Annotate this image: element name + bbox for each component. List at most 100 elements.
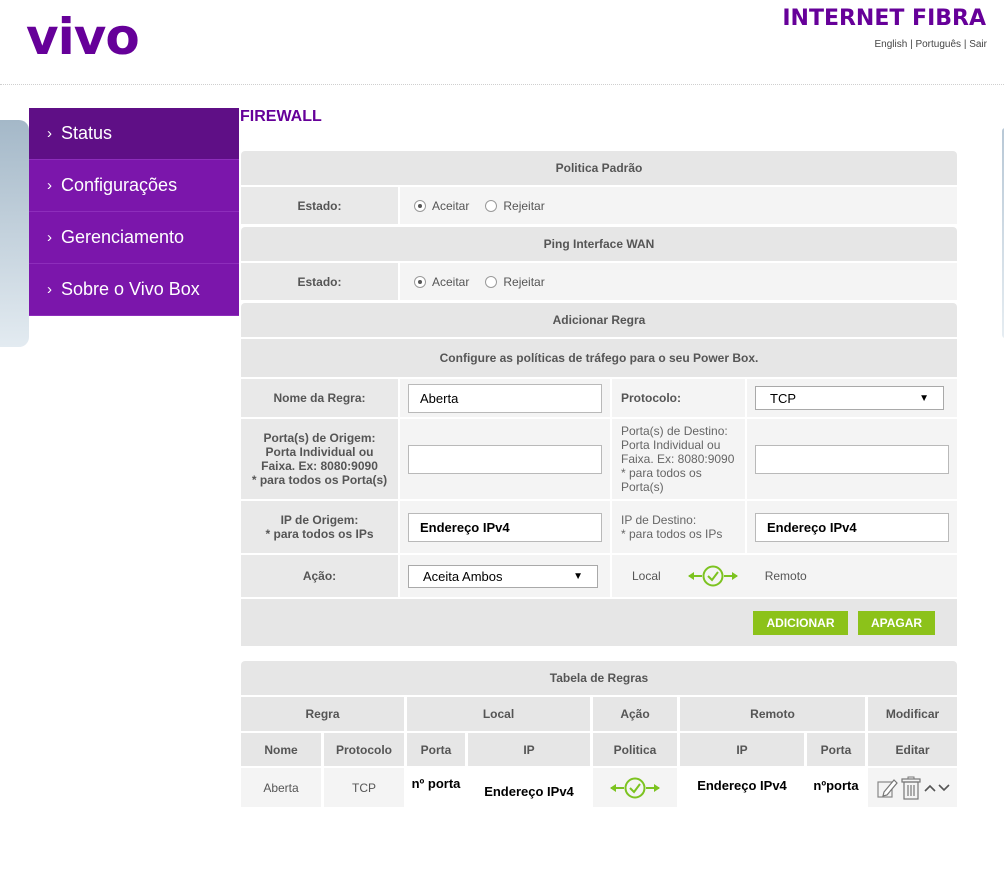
dst-ip-input[interactable]: Endereço IPv4 [755,512,949,542]
label-line: Faixa. Ex: 8080:9090 [621,452,735,466]
cell-remote-port: nºporta [804,768,865,807]
src-ip-input[interactable]: Endereço IPv4 [408,512,602,542]
column-group-modificar: Modificar [865,697,957,731]
ping-radio-group: Aceitar Rejeitar [398,263,957,300]
column-porta-remoto: Porta [804,733,865,766]
rule-name-row: Nome da Regra: Aberta Protocolo: TCP ▼ [241,379,957,417]
lang-english-link[interactable]: English [874,39,907,50]
section-subtitle: Configure as políticas de tráfego para o… [439,351,759,365]
trash-icon[interactable] [900,776,922,800]
dst-ports-label: Porta(s) de Destino: Porta Individual ou… [610,419,745,499]
clear-button[interactable]: APAGAR [858,611,935,635]
field-label: Estado: [241,263,398,300]
cell-actions [865,768,957,807]
radio-label: Aceitar [432,198,470,213]
field-label: Protocolo: [610,379,745,417]
add-rule-button[interactable]: ADICIONAR [753,611,848,635]
action-row: Ação: Aceita Ambos ▼ Local Remoto [241,555,957,597]
sidebar-item-label: Status [61,123,113,143]
src-ip-cell: Endereço IPv4 [398,501,610,553]
src-ip-label: IP de Origem: * para todos os IPs [241,501,398,553]
cell-policy [590,768,677,807]
label-line: Faixa. Ex: 8080:9090 [261,459,378,473]
sidebar: › Status › Configurações › Gerenciamento… [29,108,239,316]
sidebar-item-status[interactable]: › Status [29,108,239,160]
field-label: Ação: [241,555,398,597]
radio-rejeitar[interactable] [485,275,498,288]
src-ports-label: Porta(s) de Origem: Porta Individual ou … [241,419,398,499]
cell-name: Aberta [241,768,321,807]
column-nome: Nome [241,733,321,766]
cell-protocol: TCP [321,768,404,807]
dst-ports-input[interactable] [755,444,949,474]
dst-ip-cell: Endereço IPv4 [745,501,957,553]
rules-table-group-header: Regra Local Ação Remoto Modificar [241,697,957,731]
section-title: Adicionar Regra [552,313,646,327]
logout-link[interactable]: Sair [969,39,987,50]
page-title: FIREWALL [240,108,322,125]
radio-aceitar[interactable] [414,199,426,212]
ports-row: Porta(s) de Origem: Porta Individual ou … [241,419,957,499]
direction-cell: Local Remoto [610,555,957,597]
cell-remote-ip: Endereço IPv4 [677,768,804,807]
add-rule-section-header: Adicionar Regra [241,303,957,337]
chevron-right-icon: › [47,177,52,194]
column-group-acao: Ação [590,697,677,731]
lang-portugues-link[interactable]: Português [915,39,961,50]
sidebar-item-label: Gerenciamento [61,227,185,247]
chevron-up-icon[interactable] [923,783,936,793]
sidebar-item-gerenciamento[interactable]: › Gerenciamento [29,212,239,264]
label-line: * para todos os IPs [621,527,723,541]
sidebar-item-label: Sobre o Vivo Box [61,279,200,299]
column-ip-local: IP [465,733,590,766]
field-label: Nome da Regra: [241,379,398,417]
dst-ports-cell [745,419,957,499]
label-line: * para todos os IPs [265,527,374,541]
radio-rejeitar[interactable] [485,199,498,212]
column-protocolo: Protocolo [321,733,404,766]
radio-label: Rejeitar [503,198,545,213]
protocol-cell: TCP ▼ [745,379,957,417]
chevron-down-icon[interactable] [937,783,950,793]
cell-local-ip: Endereço IPv4 [465,768,590,807]
select-value: Aceita Ambos [423,568,503,584]
src-ports-cell [398,419,610,499]
edit-icon[interactable] [876,777,898,799]
action-select[interactable]: Aceita Ambos ▼ [408,564,598,588]
src-ports-input[interactable] [408,444,602,474]
column-editar: Editar [865,733,957,766]
chevron-right-icon: › [47,281,52,298]
label-line: Porta(s) de Origem: [263,431,376,445]
column-porta-local: Porta [404,733,465,766]
policy-state-row: Estado: Aceitar Rejeitar [241,187,957,224]
decorative-panel [0,120,29,347]
section-title: Ping Interface WAN [543,237,655,251]
radio-aceitar[interactable] [414,275,426,288]
rules-table-column-header: Nome Protocolo Porta IP Politica IP Port… [241,733,957,766]
ping-state-row: Estado: Aceitar Rejeitar [241,263,957,300]
label-line: IP de Destino: [621,513,697,527]
column-politica: Politica [590,733,677,766]
column-ip-remoto: IP [677,733,804,766]
label-line: Porta Individual ou [265,445,374,459]
policy-section-header: Politica Padrão [241,151,957,185]
column-group-remoto: Remoto [677,697,865,731]
dropdown-arrow-icon: ▼ [573,570,583,582]
sidebar-item-label: Configurações [61,175,178,195]
label-line: Porta(s) de Destino: [621,424,728,438]
sidebar-item-sobre[interactable]: › Sobre o Vivo Box [29,264,239,316]
bidirectional-accept-icon [687,565,739,587]
section-title: Tabela de Regras [549,671,649,685]
add-rule-subheader: Configure as políticas de tráfego para o… [241,339,957,377]
dst-ip-label: IP de Destino: * para todos os IPs [610,501,745,553]
column-group-regra: Regra [241,697,404,731]
language-links: English | Português | Sair [874,39,987,50]
rule-name-cell: Aberta [398,379,610,417]
sidebar-item-configuracoes[interactable]: › Configurações [29,160,239,212]
select-value: TCP [770,390,796,406]
vivo-logo[interactable]: vivo [26,8,140,66]
protocol-select[interactable]: TCP ▼ [755,386,944,410]
chevron-right-icon: › [47,229,52,246]
policy-radio-group: Aceitar Rejeitar [398,187,957,224]
rule-name-input[interactable]: Aberta [408,383,602,413]
